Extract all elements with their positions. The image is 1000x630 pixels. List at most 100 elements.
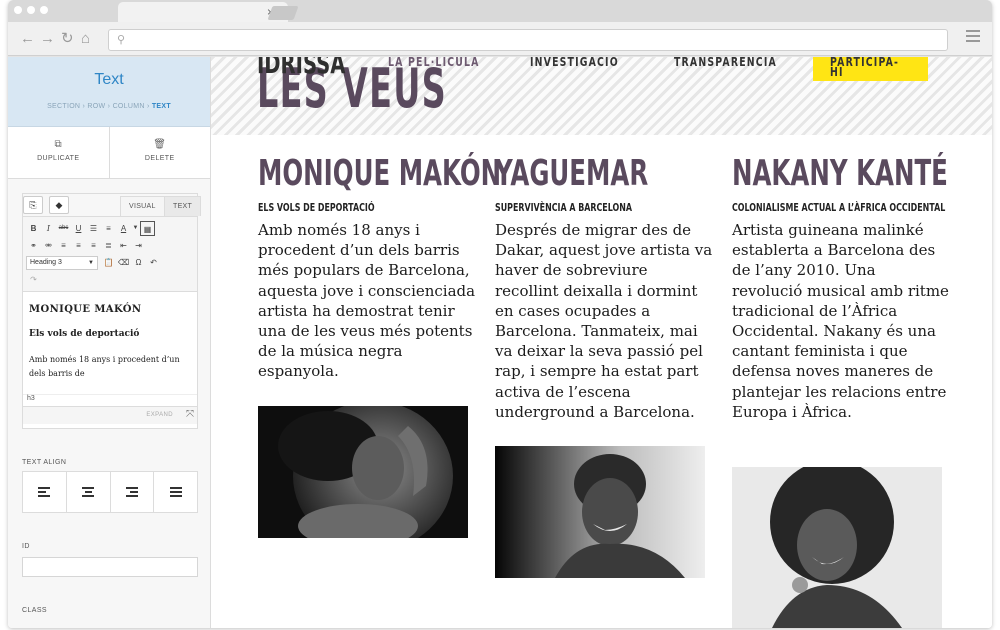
editor-content[interactable]: MONIQUE MAKÓN Els vols de deportació Amb… (23, 292, 197, 394)
duplicate-icon: ⧉ (54, 139, 63, 150)
browser-menu-icon[interactable] (966, 30, 980, 45)
participate-button[interactable]: PARTICIPA-HI (813, 57, 928, 81)
expand-button[interactable]: EXPAND (146, 412, 173, 418)
strikethrough-icon[interactable]: abc (56, 221, 71, 236)
editor-topbar: ⎘ ◆ VISUAL TEXT (23, 194, 202, 216)
browser-tab[interactable]: × (118, 2, 288, 22)
undo-icon[interactable]: ↶ (146, 255, 161, 270)
chevron-down-icon: ▼ (88, 259, 94, 266)
align-center-icon[interactable]: ≡ (71, 238, 86, 253)
id-label: ID (22, 543, 30, 550)
new-tab-button[interactable] (267, 6, 299, 20)
special-character-icon[interactable]: Ω (131, 255, 146, 270)
link-icon[interactable]: ⚭ (26, 238, 41, 253)
browser-window: × ← → ↻ ⌂ ⚲ Text SECTION › ROW › COLUMN … (8, 0, 992, 628)
voice-name: MONIQUE MAKÓN (258, 153, 502, 194)
breadcrumb-section[interactable]: SECTION (47, 103, 80, 110)
breadcrumb-separator: › (105, 103, 113, 110)
back-arrow-icon[interactable]: ← (20, 30, 35, 48)
editor-paragraph: Amb només 18 anys i procedent d’un dels … (29, 355, 180, 378)
paste-text-icon[interactable]: 📋 (101, 255, 116, 270)
indent-icon[interactable]: ⇥ (131, 238, 146, 253)
voice-name: NAKANY KANTÉ (732, 153, 948, 194)
voice-text: Després de migrar des de Dakar, aquest j… (495, 221, 713, 421)
breadcrumb-column[interactable]: COLUMN (113, 103, 145, 110)
editor-subheading: Els vols de deportació (29, 329, 140, 339)
page-viewport: Text SECTION › ROW › COLUMN › TEXT ⧉ DUP… (8, 57, 992, 628)
text-align-label: TEXT ALIGN (22, 459, 67, 466)
search-icon: ⚲ (117, 34, 126, 46)
home-icon[interactable]: ⌂ (81, 30, 90, 48)
add-media-button[interactable]: ⎘ (23, 196, 43, 214)
close-window-button[interactable] (14, 6, 22, 14)
align-right-button[interactable] (109, 472, 154, 512)
address-bar[interactable]: ⚲ (108, 29, 948, 51)
duplicate-button[interactable]: ⧉ DUPLICATE (8, 127, 109, 178)
insert-block-button[interactable]: ◆ (49, 196, 69, 214)
align-right-icon[interactable]: ≡ (86, 238, 101, 253)
minimize-window-button[interactable] (27, 6, 35, 14)
nav-item-transparency[interactable]: TRANSPARÈNCIA (674, 57, 777, 68)
align-left-icon[interactable]: ≡ (56, 238, 71, 253)
bullet-list-icon[interactable]: ☰ (86, 221, 101, 236)
maximize-window-button[interactable] (40, 6, 48, 14)
bold-icon[interactable]: B (26, 221, 41, 236)
nav-item-research[interactable]: INVESTIGACIÓ (530, 57, 619, 68)
voice-name: YAGUEMAR (495, 153, 649, 194)
site-logo[interactable]: IDRISSA (257, 57, 345, 80)
clear-formatting-icon[interactable]: ⌫ (116, 255, 131, 270)
toolbar-toggle-icon[interactable]: ▦ (140, 221, 155, 236)
monique-photo (258, 406, 468, 538)
text-color-dropdown-icon[interactable]: ▼ (131, 221, 140, 236)
editor-footer: EXPAND ⤧ (23, 406, 197, 424)
delete-button[interactable]: 🗑 DELETE (108, 127, 211, 178)
underline-icon[interactable]: U (71, 221, 86, 236)
redo-icon[interactable]: ↷ (26, 272, 41, 287)
yaguemar-photo (495, 446, 705, 578)
module-title: Text (94, 71, 124, 88)
site-nav: IDRISSA LA PEL·LÍCULA INVESTIGACIÓ TRANS… (211, 57, 992, 81)
nav-item-film[interactable]: LA PEL·LÍCULA (388, 57, 480, 68)
unlink-icon[interactable]: ⚮ (41, 238, 56, 253)
reload-icon[interactable]: ↻ (61, 30, 74, 48)
voice-subtitle: ELS VOLS DE DEPORTACIÓ (258, 201, 375, 214)
editor-heading: MONIQUE MAKÓN (29, 304, 142, 315)
voice-text: Amb només 18 anys i procedent d’un dels … (258, 221, 476, 381)
tab-visual[interactable]: VISUAL (120, 196, 165, 216)
browser-toolbar: ← → ↻ ⌂ ⚲ (8, 22, 992, 56)
participate-label: PARTICIPA-HI (830, 57, 900, 79)
delete-label: DELETE (144, 155, 175, 162)
outdent-icon[interactable]: ⇤ (116, 238, 131, 253)
id-input[interactable] (22, 557, 198, 577)
breadcrumb-row[interactable]: ROW (87, 103, 105, 110)
format-select-value: Heading 3 (30, 258, 62, 266)
module-actions: ⧉ DUPLICATE 🗑 DELETE (8, 127, 210, 179)
site-preview: LES VEUS IDRISSA LA PEL·LÍCULA INVESTIGA… (211, 57, 992, 628)
nakany-photo (732, 467, 942, 628)
justify-icon[interactable]: ≣ (101, 238, 116, 253)
format-select[interactable]: Heading 3 ▼ (26, 255, 98, 270)
editor-toolbar: B I abc U ☰ ≡ A ▼ ▦ ⚭ ⚮ ≡ ≡ ≡ ≣ ⇤ ⇥ Head… (23, 216, 197, 292)
text-align-group (22, 471, 198, 513)
fullscreen-icon[interactable]: ⤧ (186, 409, 194, 420)
align-center-button[interactable] (65, 472, 110, 512)
align-left-button[interactable] (23, 472, 66, 512)
breadcrumb: SECTION › ROW › COLUMN › TEXT (8, 103, 210, 110)
forward-arrow-icon[interactable]: → (40, 30, 55, 48)
duplicate-label: DUPLICATE (37, 155, 80, 162)
trash-icon: 🗑 (153, 139, 167, 150)
numbered-list-icon[interactable]: ≡ (101, 221, 116, 236)
editor-status-path: h3 (23, 394, 197, 406)
sidebar-header: Text SECTION › ROW › COLUMN › TEXT (8, 57, 210, 127)
tab-text[interactable]: TEXT (164, 196, 202, 216)
voice-card-yaguemar: YAGUEMAR SUPERVIVÈNCIA A BARCELONA Despr… (495, 153, 713, 422)
editor-sidebar: Text SECTION › ROW › COLUMN › TEXT ⧉ DUP… (8, 57, 211, 628)
italic-icon[interactable]: I (41, 221, 56, 236)
breadcrumb-text: TEXT (151, 103, 171, 110)
align-justify-button[interactable] (153, 472, 197, 512)
browser-titlebar: × (8, 0, 992, 22)
text-color-icon[interactable]: A (116, 221, 131, 236)
voice-card-nakany: NAKANY KANTÉ COLONIALISME ACTUAL A L’ÀFR… (732, 153, 950, 422)
voice-subtitle: SUPERVIVÈNCIA A BARCELONA (495, 201, 632, 214)
class-label: CLASS (22, 607, 47, 614)
